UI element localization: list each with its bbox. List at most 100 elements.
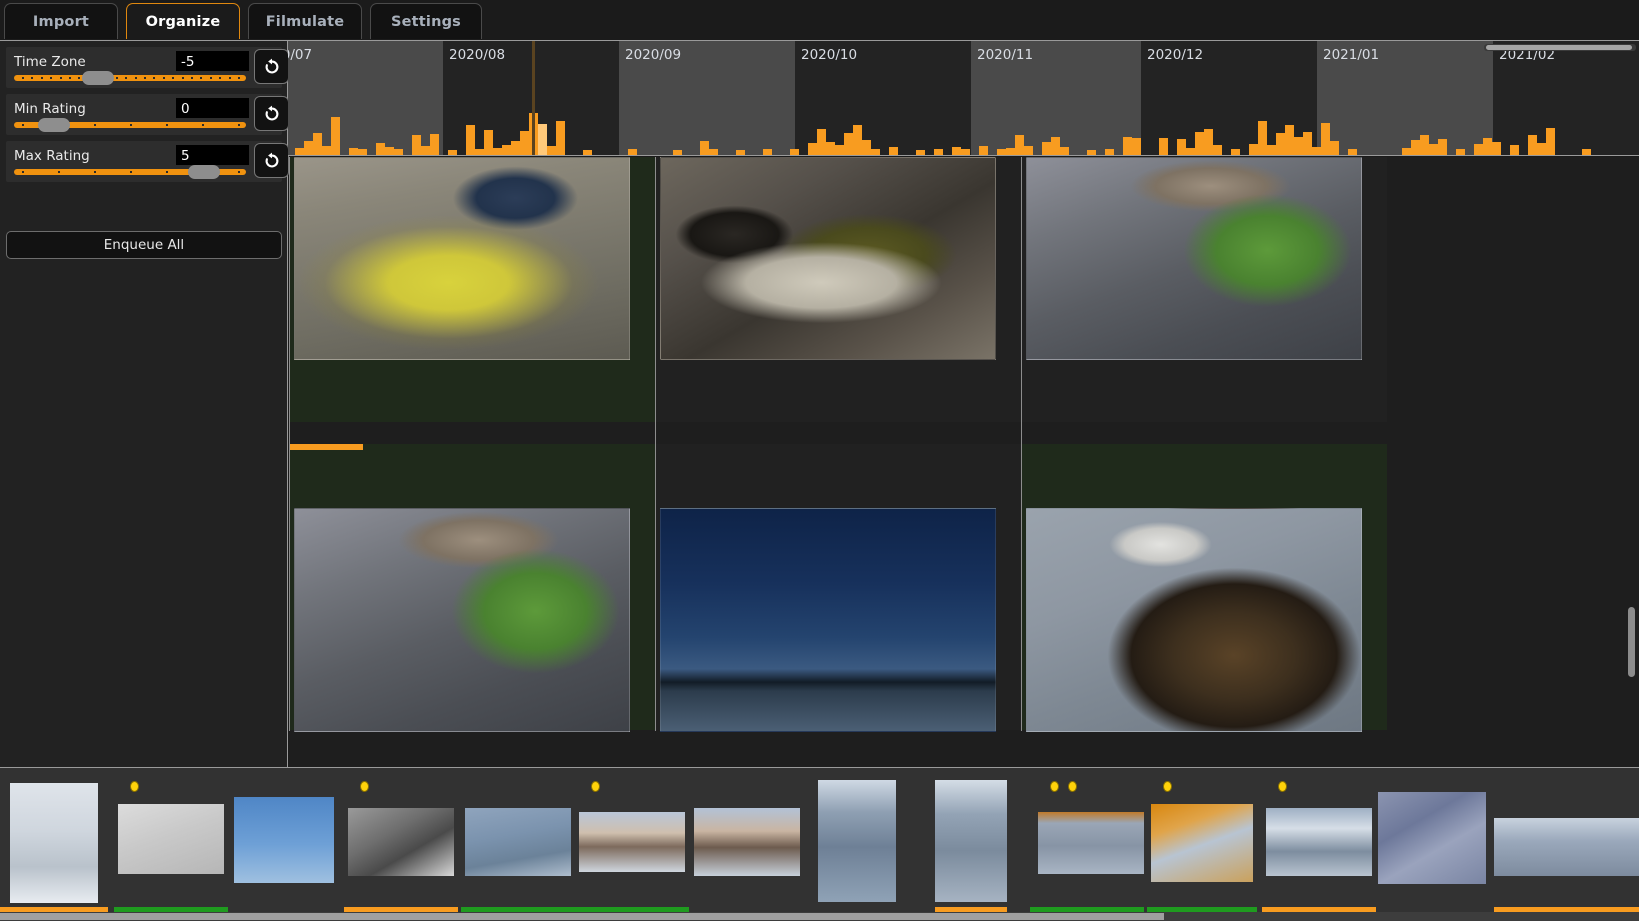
tab-bar: Import Organize Filmulate Settings	[0, 0, 1639, 40]
histogram-bar	[862, 140, 871, 155]
time-zone-reset-button[interactable]	[254, 49, 289, 84]
photo-grid[interactable]	[289, 157, 1639, 767]
enqueue-all-button[interactable]: Enqueue All	[6, 231, 282, 259]
filmstrip-thumbnail[interactable]	[1038, 812, 1144, 874]
timeline-month-label: 2020/12	[1147, 47, 1204, 63]
filmstrip-item-12[interactable]	[1262, 768, 1376, 913]
grid-vertical-scrollbar[interactable]	[1628, 607, 1635, 677]
photo-tile-german-shepherd[interactable]	[1021, 444, 1387, 732]
histogram-bar	[916, 150, 925, 155]
min-rating-handle[interactable]	[38, 118, 70, 132]
photo-tile-rock-pool[interactable]	[655, 157, 1021, 444]
timeline-month-label: 2020/09	[625, 47, 682, 63]
filmstrip-item-13[interactable]	[1378, 768, 1490, 913]
tab-import[interactable]: Import	[4, 3, 118, 39]
filmstrip-item-10[interactable]	[1030, 768, 1144, 913]
timeline-cursor-marker	[532, 41, 535, 155]
photo-tile-bay-dusk[interactable]	[655, 444, 1021, 732]
filmstrip-thumbnail[interactable]	[118, 804, 224, 874]
filmstrip-thumbnail[interactable]	[10, 783, 98, 903]
tile-thumbnail[interactable]	[660, 508, 996, 732]
time-zone-track[interactable]	[14, 75, 246, 81]
tab-settings[interactable]: Settings	[370, 3, 482, 39]
histogram-bar	[790, 149, 799, 155]
filmstrip-item-11[interactable]	[1147, 768, 1257, 913]
tab-filmulate[interactable]: Filmulate	[248, 3, 362, 39]
date-histogram-timeline[interactable]: 2020/07 2020/08 2020/09 2020/10 2020/11 2020/…	[288, 40, 1639, 156]
histogram-bar	[979, 146, 988, 155]
histogram-bar	[709, 149, 718, 155]
tab-label: Filmulate	[265, 13, 345, 30]
filmstrip-item-4[interactable]	[344, 768, 458, 913]
filmstrip-item-1[interactable]	[0, 768, 108, 913]
filmstrip-thumbnail[interactable]	[348, 808, 454, 876]
time-zone-handle[interactable]	[82, 71, 114, 85]
filmstrip-thumbnail[interactable]	[1494, 818, 1639, 876]
filmstrip-item-5[interactable]	[461, 768, 575, 913]
max-rating-value-field[interactable]: 5	[176, 145, 249, 165]
min-rating-reset-button[interactable]	[254, 96, 289, 131]
filmstrip-item-9[interactable]	[935, 768, 1007, 913]
filmstrip-thumbnail[interactable]	[1266, 808, 1372, 876]
tile-thumbnail[interactable]	[294, 157, 630, 360]
slider-tick	[94, 124, 96, 126]
histogram-bar	[835, 145, 844, 155]
photo-tile-lobster-trap[interactable]	[289, 157, 655, 444]
filmstrip-item-8[interactable]	[818, 768, 896, 913]
filmstrip-thumbnail[interactable]	[579, 812, 685, 872]
filmstrip-thumbnail[interactable]	[1378, 792, 1486, 884]
slider-tick	[94, 171, 96, 173]
histogram-bar	[1249, 144, 1258, 155]
histogram-bar	[520, 131, 529, 155]
timeline-month-label: 2020/11	[977, 47, 1034, 63]
histogram-bar	[502, 145, 511, 155]
histogram-bar	[1132, 138, 1141, 155]
histogram-bar	[1105, 149, 1114, 155]
reset-arrow-icon	[262, 104, 282, 124]
time-zone-value-field[interactable]: -5	[176, 51, 249, 71]
tab-organize[interactable]: Organize	[126, 3, 240, 39]
filmstrip-item-6[interactable]	[575, 768, 689, 913]
rating-dot-icon	[591, 781, 600, 792]
min-rating-value-field[interactable]: 0	[176, 98, 249, 118]
photo-tile-coastal-flowers[interactable]	[1021, 157, 1387, 444]
filmstrip-item-2[interactable]	[114, 768, 228, 913]
histogram-bar	[853, 125, 862, 155]
histogram-bar	[1276, 133, 1285, 155]
timeline-horizontal-scrollbar[interactable]	[1484, 44, 1636, 51]
slider-tick	[40, 77, 43, 79]
histogram-bar	[808, 143, 817, 155]
histogram-bar-highlighted	[538, 124, 547, 155]
filmstrip-item-7[interactable]	[690, 768, 804, 913]
filmstrip-thumbnail[interactable]	[465, 808, 571, 876]
histogram-bar	[1285, 125, 1294, 155]
filmstrip[interactable]	[0, 767, 1639, 921]
histogram-bar	[1159, 138, 1168, 155]
filmstrip-thumbnail[interactable]	[694, 808, 800, 876]
max-rating-handle[interactable]	[188, 165, 220, 179]
histogram-bar	[817, 129, 826, 155]
histogram-bar	[952, 147, 961, 155]
reset-arrow-icon	[262, 57, 282, 77]
filmstrip-thumbnail[interactable]	[818, 780, 896, 902]
max-rating-reset-button[interactable]	[254, 143, 289, 178]
histogram-bar	[475, 149, 484, 155]
filmstrip-item-3[interactable]	[230, 768, 338, 913]
tile-thumbnail[interactable]	[1026, 157, 1362, 360]
slider-tick	[153, 77, 156, 79]
filmstrip-horizontal-scrollbar[interactable]	[0, 912, 1639, 921]
slider-tick	[22, 77, 24, 79]
filmstrip-thumbnail[interactable]	[234, 797, 334, 883]
filmstrip-thumbnail[interactable]	[935, 780, 1007, 902]
filmstrip-item-14[interactable]	[1494, 768, 1639, 913]
tab-label: Settings	[390, 13, 462, 30]
photo-tile-flowers-rocks[interactable]	[289, 444, 655, 732]
slider-tick	[202, 124, 204, 126]
tile-thumbnail[interactable]	[1026, 508, 1362, 732]
filmstrip-thumbnail[interactable]	[1151, 804, 1253, 882]
timeline-month-band: 2021/02	[1493, 41, 1639, 155]
rating-dot-icon	[1050, 781, 1059, 792]
timeline-month-band: 2021/01	[1317, 41, 1493, 155]
tile-thumbnail[interactable]	[294, 508, 630, 732]
tile-thumbnail[interactable]	[660, 157, 996, 360]
